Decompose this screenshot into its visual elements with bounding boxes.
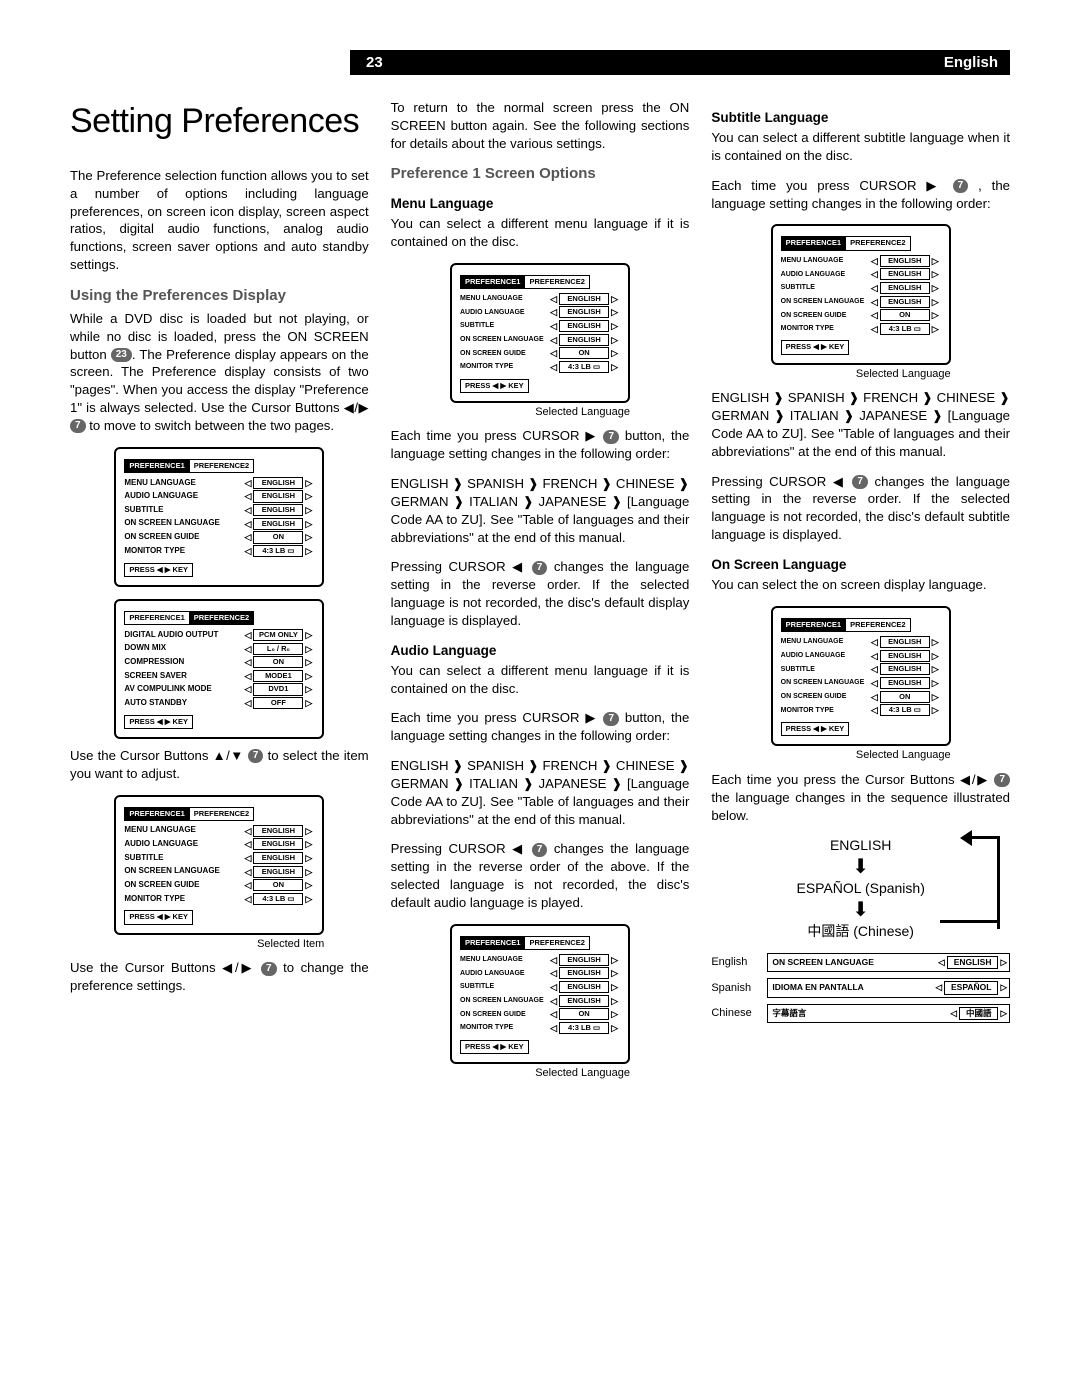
content-columns: Setting Preferences The Preference selec… (70, 99, 1010, 1089)
lang-order-subtitle: ENGLISH ❱ SPANISH ❱ FRENCH ❱ CHINESE ❱ G… (711, 389, 1010, 460)
osl-head: On Screen Language (711, 556, 1010, 574)
subtitle-p1: You can select a different subtitle lang… (711, 129, 1010, 165)
subtitle-language-head: Subtitle Language (711, 109, 1010, 127)
using-p2: Use the Cursor Buttons ▲/▼ 7 to select t… (70, 747, 369, 783)
using-p1: While a DVD disc is loaded but not playi… (70, 310, 369, 435)
audio-language-head: Audio Language (391, 642, 690, 660)
header-language: English (944, 54, 1000, 71)
osl-p1: You can select the on screen display lan… (711, 576, 1010, 594)
column-3: Subtitle Language You can select a diffe… (711, 99, 1010, 1089)
page-header: 23 English (350, 50, 1010, 75)
audio-language-p1: You can select a different menu language… (391, 662, 690, 698)
menu-language-p1: You can select a different menu language… (391, 215, 690, 251)
lang-order-menu: ENGLISH ❱ SPANISH ❱ FRENCH ❱ CHINESE ❱ G… (391, 475, 690, 546)
intro-text: The Preference selection function allows… (70, 167, 369, 274)
osd-osl: PREFERENCE1PREFERENCE2 MENU LANGUAGE◁ENG… (771, 606, 951, 763)
column-2: To return to the normal screen press the… (391, 99, 690, 1089)
language-flow-diagram: ENGLISH ⬇ ESPAÑOL (Spanish) ⬇ 中國語 (Chine… (711, 836, 1010, 941)
button-badge-7: 7 (70, 419, 86, 433)
osd-pref2-tabs: PREFERENCE1 PREFERENCE2 DIGITAL AUDIO OU… (114, 599, 324, 739)
manual-page: 23 English Setting Preferences The Prefe… (0, 0, 1080, 1149)
using-p3: Use the Cursor Buttons ◀/▶ 7 to change t… (70, 959, 369, 995)
osd-selected-item: PREFERENCE1 PREFERENCE2 MENU LANGUAGE◁EN… (114, 795, 324, 952)
pref1-options-head: Preference 1 Screen Options (391, 164, 690, 184)
lang-order-audio: ENGLISH ❱ SPANISH ❱ FRENCH ❱ CHINESE ❱ G… (391, 757, 690, 828)
osd-pref1-tabs: PREFERENCE1 PREFERENCE2 MENU LANGUAGE◁EN… (114, 447, 324, 587)
using-preferences-head: Using the Preferences Display (70, 286, 369, 306)
osd-audio-lang: PREFERENCE1PREFERENCE2 MENU LANGUAGE◁ENG… (450, 924, 630, 1081)
example-chinese: Chinese 字幕語言◁中國語▷ (711, 1004, 1010, 1023)
menu-language-head: Menu Language (391, 195, 690, 213)
col2-intro: To return to the normal screen press the… (391, 99, 690, 152)
example-english: English ON SCREEN LANGUAGE◁ENGLISH▷ (711, 953, 1010, 972)
osd-menu-lang: PREFERENCE1PREFERENCE2 MENU LANGUAGE◁ENG… (450, 263, 630, 420)
button-badge-23: 23 (111, 348, 132, 362)
osd-subtitle-lang: PREFERENCE1PREFERENCE2 MENU LANGUAGE◁ENG… (771, 224, 951, 381)
page-number: 23 (360, 54, 383, 71)
example-spanish: Spanish IDIOMA EN PANTALLA◁ESPAÑOL▷ (711, 978, 1010, 997)
column-1: Setting Preferences The Preference selec… (70, 99, 369, 1089)
page-title: Setting Preferences (70, 99, 369, 145)
